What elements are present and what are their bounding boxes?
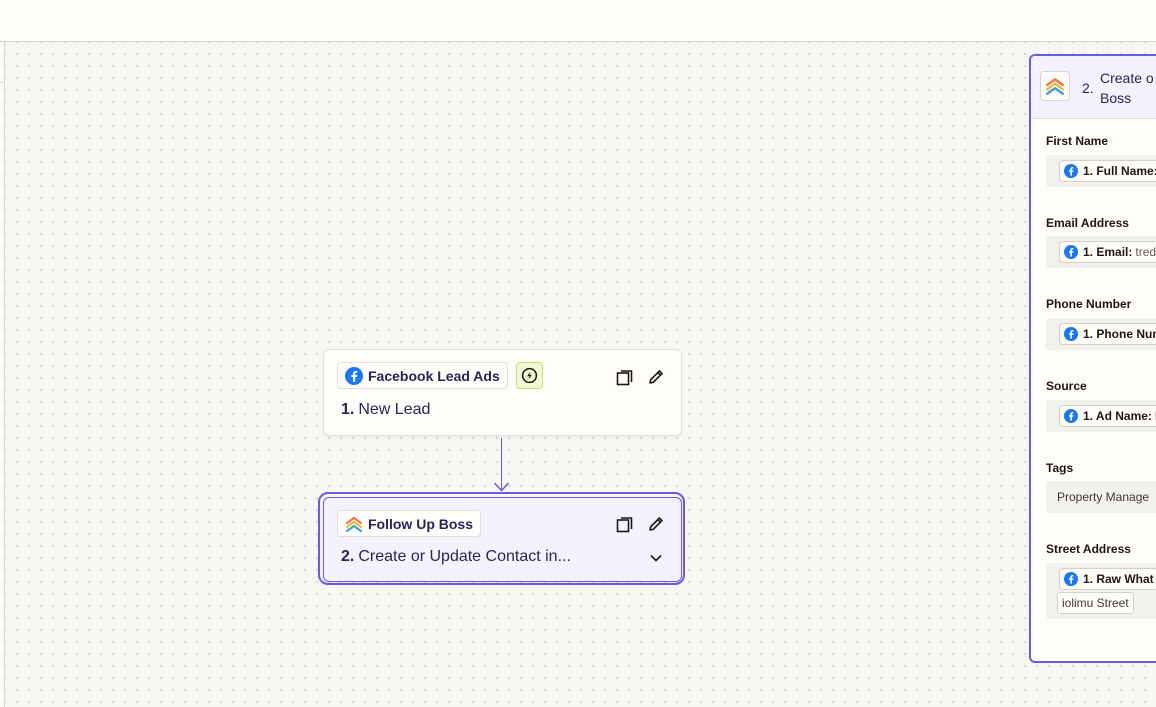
tags-value: Property Manage [1057, 490, 1150, 504]
mapped-value-pill[interactable]: 1. Ad Name:l [1059, 405, 1156, 427]
app-name: Follow Up Boss [368, 515, 473, 532]
top-bar [0, 0, 1156, 42]
field-label-street-address: Street Address [1046, 542, 1131, 556]
action-step-card[interactable]: Follow Up Boss 2. Create or Update Contac… [323, 497, 682, 582]
mapped-value-pill[interactable]: 1. Raw What [1059, 568, 1156, 590]
mapped-value-pill[interactable]: 1. Phone Num [1059, 323, 1156, 345]
street-address-field[interactable]: 1. Raw What iolimu Street [1046, 563, 1156, 619]
phone-field[interactable]: 1. Phone Num [1046, 318, 1156, 350]
mapped-value-pill[interactable]: 1. Email: tred [1059, 241, 1156, 263]
step-editor-panel: 2. Create o Boss First Name 1. Full Name… [1029, 54, 1156, 663]
duplicate-icon[interactable] [615, 514, 635, 534]
trigger-step-card[interactable]: Facebook Lead Ads 1. New Lead [323, 349, 682, 436]
duplicate-icon[interactable] [615, 367, 635, 387]
facebook-icon [1064, 245, 1078, 259]
edit-pencil-icon[interactable] [646, 367, 666, 387]
app-chip-follow-up-boss: Follow Up Boss [337, 510, 481, 537]
facebook-icon [1064, 572, 1078, 586]
app-chip-facebook-lead-ads: Facebook Lead Ads [337, 362, 508, 389]
lightning-bolt-icon [516, 362, 543, 389]
address-text-chip[interactable]: iolimu Street [1057, 592, 1134, 614]
follow-up-boss-logo [1040, 71, 1070, 101]
left-rail-divider [0, 82, 4, 83]
step-title: 2. Create or Update Contact in... [341, 548, 571, 565]
field-label-first-name: First Name [1046, 134, 1109, 148]
connector-arrow-icon [493, 482, 510, 492]
edit-pencil-icon[interactable] [646, 514, 666, 534]
step-title: 1. New Lead [341, 401, 431, 418]
tags-field[interactable]: Property Manage [1046, 481, 1156, 513]
chevron-down-icon[interactable] [646, 548, 666, 568]
field-label-email: Email Address [1046, 216, 1129, 230]
panel-header: 2. Create o Boss [1031, 56, 1156, 119]
field-label-phone: Phone Number [1046, 297, 1132, 311]
field-label-source: Source [1046, 379, 1087, 393]
facebook-icon [1064, 164, 1078, 178]
source-field[interactable]: 1. Ad Name:l [1046, 400, 1156, 432]
field-label-tags: Tags [1046, 461, 1074, 475]
mapped-value-pill[interactable]: 1. Full Name: [1059, 160, 1156, 182]
app-name: Facebook Lead Ads [368, 367, 500, 384]
facebook-icon [1064, 409, 1078, 423]
follow-up-boss-logo [345, 515, 363, 533]
facebook-icon [345, 366, 363, 385]
facebook-icon [1064, 327, 1078, 341]
first-name-field[interactable]: 1. Full Name: [1046, 155, 1156, 187]
email-field[interactable]: 1. Email: tred [1046, 236, 1156, 268]
